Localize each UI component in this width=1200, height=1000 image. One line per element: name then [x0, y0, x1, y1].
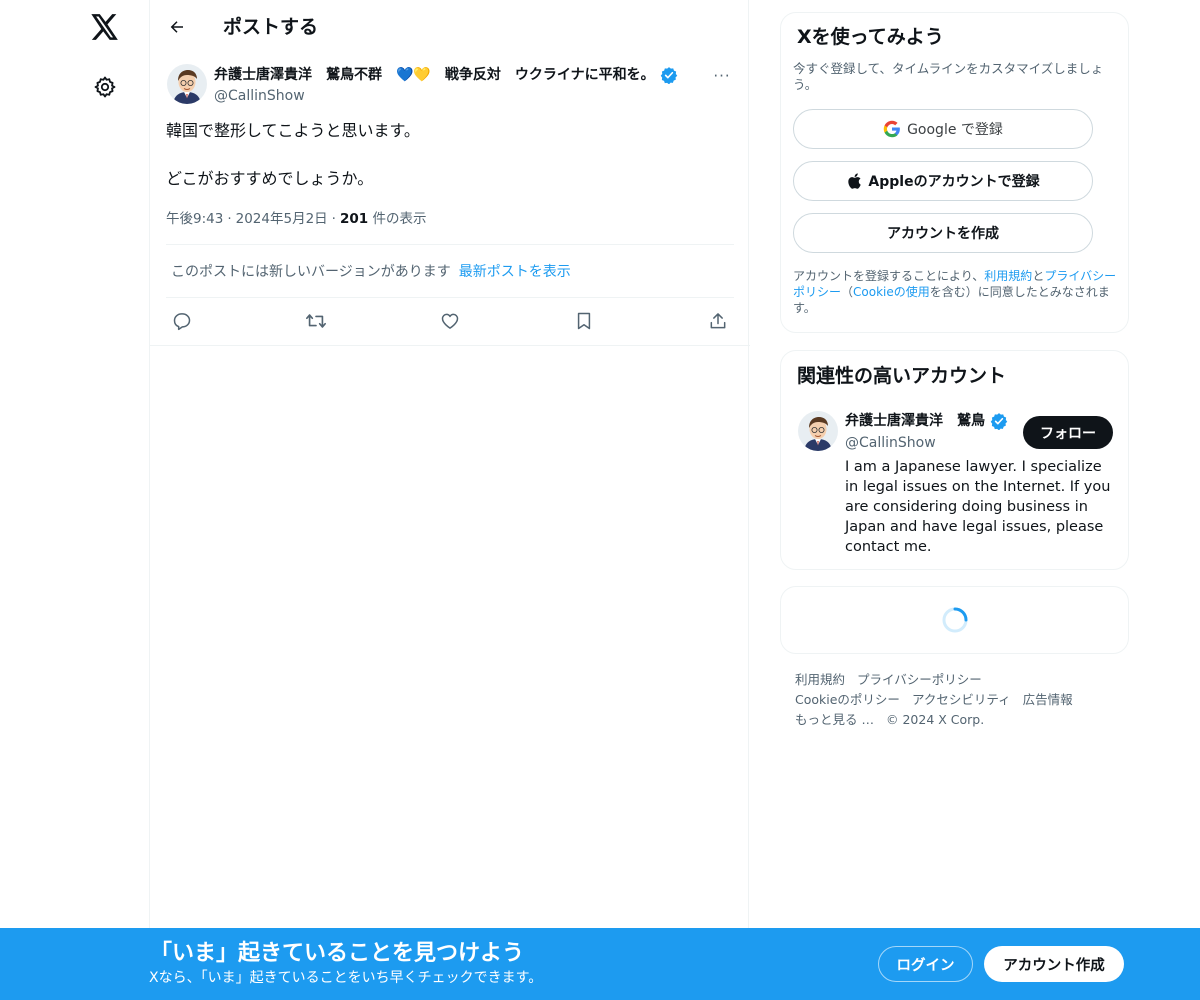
footer-links: 利用規約 プライバシーポリシー Cookieのポリシー アクセシビリティ 広告情報 も…	[795, 670, 1125, 730]
banner-subtitle: Xなら、「いま」起きていることをいち早くチェックできます。	[149, 970, 543, 986]
follow-button[interactable]: フォロー	[1023, 416, 1113, 449]
author-handle[interactable]: @CallinShow	[214, 86, 305, 106]
legal-and: と	[1032, 269, 1045, 283]
arrow-left-icon	[170, 21, 183, 33]
main-column: ポストする 弁護士唐澤貴洋 鷲鳥不群 💙💛 戦争反対 ウクライナに平和を。 @C…	[149, 0, 750, 1000]
google-signup-button[interactable]: Google で登録	[793, 109, 1093, 149]
related-name: 弁護士唐澤貴洋 鷲鳥	[845, 413, 985, 429]
like-button[interactable]	[434, 305, 466, 337]
share-icon	[710, 313, 726, 329]
author-name: 弁護士唐澤貴洋 鷲鳥不群 💙💛 戦争反対 ウクライナに平和を。	[214, 67, 655, 83]
footer-ads-link[interactable]: 広告情報	[1023, 692, 1073, 707]
post-text-line: どこがおすすめでしょうか。	[166, 169, 374, 188]
related-handle[interactable]: @CallinShow	[845, 433, 936, 453]
signup-subtitle: 今すぐ登録して、タイムラインをカスタマイズしましょう。	[793, 61, 1104, 92]
post: 弁護士唐澤貴洋 鷲鳥不群 💙💛 戦争反対 ウクライナに平和を。 @CallinS…	[150, 53, 750, 346]
apple-signup-label: Appleのアカウントで登録	[868, 174, 1040, 190]
banner-title: 「いま」起きていることを見つけよう	[150, 941, 525, 966]
page-title: ポストする	[223, 16, 319, 38]
loading-spinner-icon	[942, 607, 967, 633]
version-notice-text: このポストには新しいバージョンがあります	[171, 264, 451, 280]
google-signup-label: Google で登録	[907, 122, 1003, 138]
legal-prefix: アカウントを登録することにより、	[793, 269, 985, 283]
footer-copyright: © 2024 X Corp.	[885, 712, 985, 727]
repost-button[interactable]	[300, 305, 332, 337]
login-button[interactable]: ログイン	[878, 946, 973, 982]
author-name-row[interactable]: 弁護士唐澤貴洋 鷲鳥不群 💙💛 戦争反対 ウクライナに平和を。	[214, 65, 678, 85]
verified-badge-icon	[660, 67, 677, 84]
version-notice: このポストには新しいバージョンがあります 最新ポストを表示	[166, 244, 734, 298]
create-account-label: アカウントを作成	[887, 226, 999, 242]
apple-icon	[846, 172, 862, 190]
post-date[interactable]: 2024年5月2日	[236, 211, 328, 227]
post-meta: 午後9:43 · 2024年5月2日 · 201 件の表示	[166, 209, 426, 229]
view-label: 件の表示	[372, 211, 427, 227]
gear-icon[interactable]	[90, 72, 120, 102]
related-title: 関連性の高いアカウント	[797, 365, 1007, 387]
back-button[interactable]	[162, 12, 192, 42]
signup-title: Xを使ってみよう	[797, 26, 944, 48]
post-body: 韓国で整形してこようと思います。 どこがおすすめでしょうか。	[166, 119, 736, 215]
meta-separator: ·	[331, 211, 336, 227]
loading-card	[780, 586, 1129, 654]
meta-separator: ·	[227, 211, 232, 227]
footer-cookie-link[interactable]: Cookieのポリシー	[795, 692, 900, 707]
create-account-button[interactable]: アカウントを作成	[793, 213, 1093, 253]
reply-icon	[173, 313, 191, 331]
post-actions	[166, 305, 734, 337]
footer-more-link[interactable]: もっと見る …	[795, 712, 874, 727]
terms-link[interactable]: 利用規約	[984, 269, 1032, 283]
footer-privacy-link[interactable]: プライバシーポリシー	[857, 672, 982, 687]
reply-button[interactable]	[166, 305, 198, 337]
post-text-line: 韓国で整形してこようと思います。	[166, 121, 420, 140]
google-icon	[883, 120, 901, 138]
left-nav	[60, 0, 150, 1000]
bookmark-icon	[577, 312, 591, 330]
show-latest-post-link[interactable]: 最新ポストを表示	[459, 261, 571, 281]
post-time[interactable]: 午後9:43	[166, 211, 223, 227]
related-avatar[interactable]	[798, 411, 838, 451]
footer-accessibility-link[interactable]: アクセシビリティ	[912, 692, 1011, 707]
related-accounts-card: 関連性の高いアカウント 弁護士唐澤貴洋 鷲鳥 @CallinShow フォロー …	[780, 350, 1129, 570]
verified-badge-icon	[990, 413, 1008, 430]
apple-signup-button[interactable]: Appleのアカウントで登録	[793, 161, 1093, 201]
repost-icon	[306, 314, 326, 328]
related-bio: I am a Japanese lawyer. I specialize in …	[845, 459, 1111, 555]
related-name-row[interactable]: 弁護士唐澤貴洋 鷲鳥	[845, 411, 1015, 431]
share-button[interactable]	[702, 305, 734, 337]
legal-mid: （	[841, 285, 854, 299]
bookmark-button[interactable]	[568, 305, 600, 337]
cookie-link[interactable]: Cookieの使用	[853, 285, 930, 299]
footer-terms-link[interactable]: 利用規約	[795, 672, 845, 687]
signup-card: Xを使ってみよう 今すぐ登録して、タイムラインをカスタマイズしましょう。 Goo…	[780, 12, 1129, 333]
banner-create-account-button[interactable]: アカウント作成	[984, 946, 1124, 982]
x-logo-icon[interactable]	[88, 10, 122, 44]
more-options-button[interactable]: ···	[710, 65, 734, 87]
heart-icon	[441, 313, 459, 329]
author-avatar[interactable]	[167, 64, 207, 104]
signup-legal-text: アカウントを登録することにより、利用規約とプライバシーポリシー（Cookieの使…	[793, 268, 1118, 316]
post-header: ポストする	[150, 0, 750, 53]
view-count: 201	[339, 211, 369, 227]
